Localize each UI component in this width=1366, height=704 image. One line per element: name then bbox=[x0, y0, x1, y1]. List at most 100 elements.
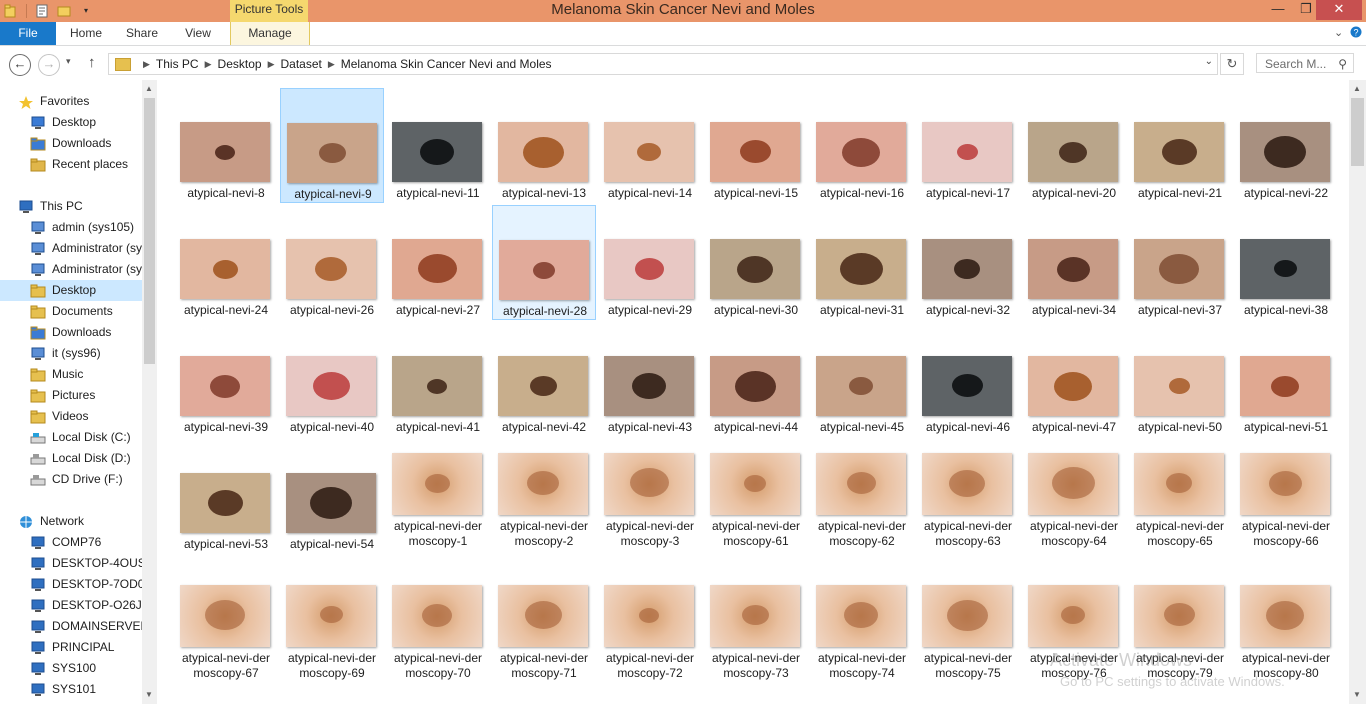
back-button[interactable]: ← bbox=[9, 54, 31, 76]
nav-item[interactable]: admin (sys105) bbox=[0, 217, 142, 238]
nav-item[interactable]: Desktop bbox=[0, 112, 142, 133]
file-item[interactable]: atypical-nevi-der moscopy-72 bbox=[598, 571, 702, 689]
file-item[interactable]: atypical-nevi-47 bbox=[1022, 322, 1126, 437]
file-item[interactable]: atypical-nevi-53 bbox=[174, 439, 278, 554]
file-item[interactable]: atypical-nevi-16 bbox=[810, 88, 914, 203]
file-item[interactable]: atypical-nevi-der moscopy-71 bbox=[492, 571, 596, 689]
address-bar[interactable]: ▶ This PC ▶ Desktop ▶ Dataset ▶ Melanoma… bbox=[108, 53, 1218, 75]
file-item[interactable]: atypical-nevi-15 bbox=[704, 88, 808, 203]
file-item[interactable]: atypical-nevi-28 bbox=[492, 205, 596, 320]
file-item[interactable]: atypical-nevi-46 bbox=[916, 322, 1020, 437]
file-item[interactable]: atypical-nevi-14 bbox=[598, 88, 702, 203]
nav-item[interactable]: Administrator (sy bbox=[0, 259, 142, 280]
nav-item[interactable]: DESKTOP-O26JLJ bbox=[0, 595, 142, 616]
forward-button[interactable]: → bbox=[38, 54, 60, 76]
nav-item[interactable]: Pictures bbox=[0, 385, 142, 406]
nav-item[interactable]: Music bbox=[0, 364, 142, 385]
file-item[interactable]: atypical-nevi-21 bbox=[1128, 88, 1232, 203]
scroll-up-icon[interactable]: ▲ bbox=[145, 84, 153, 93]
file-item[interactable]: atypical-nevi-der moscopy-65 bbox=[1128, 439, 1232, 557]
file-item[interactable]: atypical-nevi-29 bbox=[598, 205, 702, 320]
file-item[interactable]: atypical-nevi-45 bbox=[810, 322, 914, 437]
file-item[interactable]: atypical-nevi-der moscopy-80 bbox=[1234, 571, 1338, 689]
file-item[interactable]: atypical-nevi-26 bbox=[280, 205, 384, 320]
nav-item[interactable]: Downloads bbox=[0, 322, 142, 343]
properties-icon[interactable] bbox=[35, 4, 49, 18]
scrollbar-thumb[interactable] bbox=[144, 98, 155, 364]
file-item[interactable]: atypical-nevi-32 bbox=[916, 205, 1020, 320]
nav-item[interactable]: Desktop bbox=[0, 280, 142, 301]
nav-item[interactable]: This PC bbox=[0, 196, 142, 217]
folder-app-icon[interactable] bbox=[4, 4, 18, 18]
file-item[interactable]: atypical-nevi-38 bbox=[1234, 205, 1338, 320]
file-item[interactable]: atypical-nevi-20 bbox=[1022, 88, 1126, 203]
file-list-scrollbar[interactable]: ▲ ▼ bbox=[1349, 80, 1366, 704]
breadcrumb-desktop[interactable]: Desktop bbox=[218, 57, 262, 71]
file-item[interactable]: atypical-nevi-41 bbox=[386, 322, 490, 437]
nav-item[interactable]: Recent places bbox=[0, 154, 142, 175]
address-history-dropdown[interactable]: ⌄ bbox=[1205, 56, 1213, 67]
scroll-down-icon[interactable]: ▼ bbox=[1353, 690, 1361, 699]
file-item[interactable]: atypical-nevi-11 bbox=[386, 88, 490, 203]
file-item[interactable]: atypical-nevi-der moscopy-66 bbox=[1234, 439, 1338, 557]
expand-ribbon-icon[interactable]: ⌄ bbox=[1334, 26, 1343, 39]
nav-item[interactable]: DOMAINSERVER bbox=[0, 616, 142, 637]
file-item[interactable]: atypical-nevi-der moscopy-69 bbox=[280, 571, 384, 689]
file-item[interactable]: atypical-nevi-der moscopy-76 bbox=[1022, 571, 1126, 689]
file-item[interactable]: atypical-nevi-37 bbox=[1128, 205, 1232, 320]
nav-item[interactable]: Videos bbox=[0, 406, 142, 427]
file-item[interactable]: atypical-nevi-8 bbox=[174, 88, 278, 203]
breadcrumb-this-pc[interactable]: This PC bbox=[156, 57, 199, 71]
nav-item[interactable]: Favorites bbox=[0, 91, 142, 112]
recent-locations-dropdown[interactable]: ▾ bbox=[66, 56, 71, 67]
file-item[interactable]: atypical-nevi-der moscopy-1 bbox=[386, 439, 490, 557]
file-item[interactable]: atypical-nevi-der moscopy-73 bbox=[704, 571, 808, 689]
file-item[interactable]: atypical-nevi-50 bbox=[1128, 322, 1232, 437]
nav-item[interactable]: it (sys96) bbox=[0, 343, 142, 364]
nav-item[interactable]: Local Disk (C:) bbox=[0, 427, 142, 448]
file-item[interactable]: atypical-nevi-der moscopy-61 bbox=[704, 439, 808, 557]
up-button[interactable]: ↑ bbox=[88, 54, 96, 71]
tab-view[interactable]: View bbox=[172, 22, 224, 45]
nav-item[interactable]: PRINCIPAL bbox=[0, 637, 142, 658]
nav-item[interactable]: DESKTOP-4OUSS bbox=[0, 553, 142, 574]
breadcrumb-current-folder[interactable]: Melanoma Skin Cancer Nevi and Moles bbox=[341, 57, 552, 71]
file-item[interactable]: atypical-nevi-der moscopy-70 bbox=[386, 571, 490, 689]
nav-item[interactable]: Local Disk (D:) bbox=[0, 448, 142, 469]
nav-item[interactable]: Network bbox=[0, 511, 142, 532]
file-item[interactable]: atypical-nevi-24 bbox=[174, 205, 278, 320]
help-icon[interactable]: ? bbox=[1350, 26, 1362, 41]
nav-item[interactable]: SYS101 bbox=[0, 679, 142, 700]
file-item[interactable]: atypical-nevi-der moscopy-75 bbox=[916, 571, 1020, 689]
file-item[interactable]: atypical-nevi-der moscopy-62 bbox=[810, 439, 914, 557]
breadcrumb-chevron-icon[interactable]: ▶ bbox=[328, 59, 335, 70]
file-item[interactable]: atypical-nevi-51 bbox=[1234, 322, 1338, 437]
file-item[interactable]: atypical-nevi-9 bbox=[280, 88, 384, 203]
nav-item[interactable]: Documents bbox=[0, 301, 142, 322]
close-button[interactable]: ✕ bbox=[1316, 0, 1362, 20]
file-item[interactable]: atypical-nevi-der moscopy-3 bbox=[598, 439, 702, 557]
navigation-pane-scrollbar[interactable]: ▲ ▼ bbox=[142, 80, 157, 704]
file-item[interactable]: atypical-nevi-43 bbox=[598, 322, 702, 437]
file-item[interactable]: atypical-nevi-der moscopy-63 bbox=[916, 439, 1020, 557]
tab-home[interactable]: Home bbox=[60, 22, 112, 45]
file-item[interactable]: atypical-nevi-39 bbox=[174, 322, 278, 437]
file-item[interactable]: atypical-nevi-22 bbox=[1234, 88, 1338, 203]
file-item[interactable]: atypical-nevi-der moscopy-74 bbox=[810, 571, 914, 689]
breadcrumb-chevron-icon[interactable]: ▶ bbox=[205, 59, 212, 70]
scroll-down-icon[interactable]: ▼ bbox=[145, 690, 153, 699]
file-item[interactable]: atypical-nevi-der moscopy-67 bbox=[174, 571, 278, 689]
breadcrumb-dataset[interactable]: Dataset bbox=[280, 57, 321, 71]
nav-item[interactable]: COMP76 bbox=[0, 532, 142, 553]
file-item[interactable]: atypical-nevi-17 bbox=[916, 88, 1020, 203]
scroll-up-icon[interactable]: ▲ bbox=[1353, 84, 1361, 93]
nav-item[interactable]: Downloads bbox=[0, 133, 142, 154]
tab-manage[interactable]: Manage bbox=[230, 22, 310, 45]
file-item[interactable]: atypical-nevi-31 bbox=[810, 205, 914, 320]
file-item[interactable]: atypical-nevi-30 bbox=[704, 205, 808, 320]
search-input[interactable]: Search M... ⚲ bbox=[1256, 53, 1354, 73]
nav-item[interactable]: CD Drive (F:) bbox=[0, 469, 142, 490]
file-item[interactable]: atypical-nevi-34 bbox=[1022, 205, 1126, 320]
refresh-button[interactable]: ↻ bbox=[1220, 53, 1244, 75]
tab-file[interactable]: File bbox=[0, 22, 56, 45]
